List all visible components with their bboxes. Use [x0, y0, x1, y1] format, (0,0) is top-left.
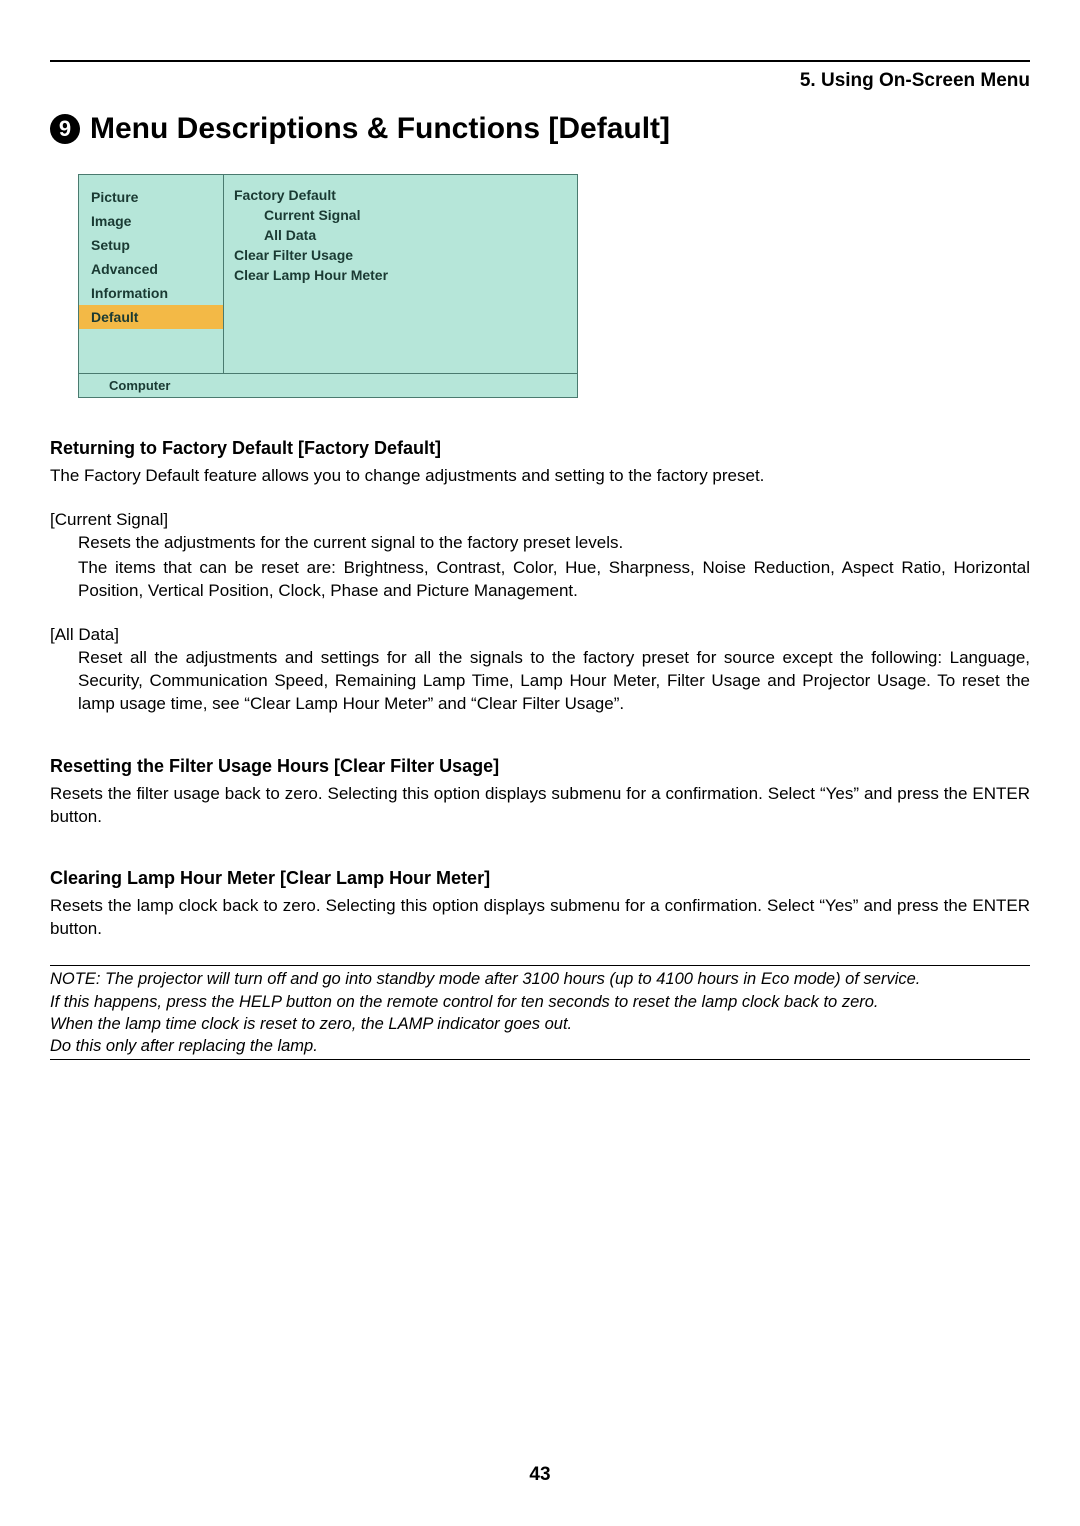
subhead-clear-lamp: Clearing Lamp Hour Meter [Clear Lamp Hou… [50, 868, 1030, 889]
sec3-body: Resets the lamp clock back to zero. Sele… [50, 895, 1030, 941]
page-number: 43 [0, 1464, 1080, 1486]
subhead-factory-default: Returning to Factory Default [Factory De… [50, 438, 1030, 459]
panel-clear-filter: Clear Filter Usage [224, 245, 577, 265]
note-line4: Do this only after replacing the lamp. [50, 1035, 1030, 1057]
section-number-icon: 9 [50, 114, 80, 144]
note-line2: If this happens, press the HELP button o… [50, 991, 1030, 1013]
sec1-intro: The Factory Default feature allows you t… [50, 465, 1030, 488]
menu-item-advanced: Advanced [79, 257, 223, 281]
menu-item-setup: Setup [79, 233, 223, 257]
current-signal-line2: The items that can be reset are: Brightn… [78, 557, 1030, 603]
subhead-clear-filter: Resetting the Filter Usage Hours [Clear … [50, 756, 1030, 777]
section-title-text: Menu Descriptions & Functions [Default] [90, 112, 670, 146]
menu-item-picture: Picture [79, 185, 223, 209]
all-data-label: [All Data] [50, 625, 1030, 645]
menu-panel: Factory Default Current Signal All Data … [224, 175, 577, 373]
note-block: NOTE: The projector will turn off and go… [50, 965, 1030, 1060]
panel-clear-lamp: Clear Lamp Hour Meter [224, 265, 577, 285]
chapter-header: 5. Using On-Screen Menu [50, 70, 1030, 92]
sec2-body: Resets the filter usage back to zero. Se… [50, 783, 1030, 829]
menu-item-image: Image [79, 209, 223, 233]
section-title: 9 Menu Descriptions & Functions [Default… [50, 112, 1030, 146]
panel-factory-default: Factory Default [224, 185, 577, 205]
current-signal-label: [Current Signal] [50, 510, 1030, 530]
note-line3: When the lamp time clock is reset to zer… [50, 1013, 1030, 1035]
current-signal-line1: Resets the adjustments for the current s… [78, 532, 1030, 555]
menu-screenshot: Picture Image Setup Advanced Information… [78, 174, 578, 398]
panel-current-signal: Current Signal [224, 205, 577, 225]
menu-item-default: Default [79, 305, 223, 329]
menu-footer-label: Computer [79, 378, 170, 393]
menu-sidebar: Picture Image Setup Advanced Information… [79, 175, 224, 373]
note-line1: NOTE: The projector will turn off and go… [50, 968, 1030, 990]
all-data-body: Reset all the adjustments and settings f… [78, 647, 1030, 716]
panel-all-data: All Data [224, 225, 577, 245]
menu-item-information: Information [79, 281, 223, 305]
